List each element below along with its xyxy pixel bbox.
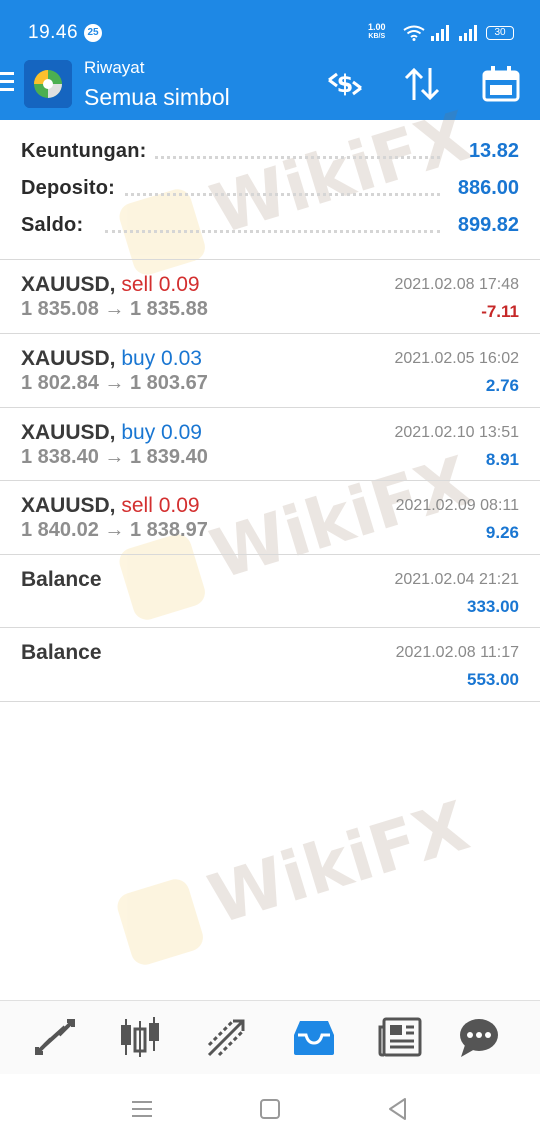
status-bar: 19.46 25 1.00 KB/S 30	[0, 0, 540, 60]
balance-datetime: 2021.02.04 21:21	[394, 571, 519, 588]
svg-text:$: $	[337, 70, 354, 98]
recent-apps-icon[interactable]	[127, 1094, 157, 1124]
trade-datetime: 2021.02.09 08:11	[395, 497, 519, 514]
summary-balance-row: Saldo: 899.82	[0, 208, 540, 245]
dotted-leader	[125, 193, 440, 196]
home-icon[interactable]	[255, 1094, 285, 1124]
notification-badge: 25	[84, 24, 102, 42]
history-icon[interactable]	[290, 1015, 338, 1059]
calendar-icon[interactable]	[479, 62, 523, 106]
trade-profit: -7.11	[481, 302, 519, 321]
deposit-label: Deposito:	[21, 177, 116, 199]
balance-value: 899.82	[457, 214, 519, 236]
system-navigation-bar	[0, 1074, 540, 1140]
trade-symbol: XAUUSD,	[21, 494, 116, 517]
divider	[0, 701, 540, 702]
arrow-icon: →	[104, 519, 125, 541]
trade-icon[interactable]	[203, 1015, 251, 1059]
watermark-text: WikiFX	[200, 787, 478, 941]
trade-type: buy 0.03	[121, 347, 202, 370]
trade-row[interactable]: XAUUSD, buy 0.03 1 802.84 → 1 803.67 202…	[0, 334, 540, 407]
trade-symbol: XAUUSD,	[21, 273, 116, 296]
news-icon[interactable]	[376, 1015, 424, 1059]
bottom-navigation	[0, 1000, 540, 1074]
trade-row[interactable]: XAUUSD, buy 0.09 1 838.40 → 1 839.40 202…	[0, 408, 540, 481]
dotted-leader	[155, 156, 440, 159]
app-header: 19.46 25 1.00 KB/S 30 Riwayat Semua simb…	[0, 0, 540, 120]
quotes-icon[interactable]	[31, 1015, 79, 1059]
open-price: 1 835.08	[21, 298, 99, 320]
summary-deposit-row: Deposito: 886.00	[0, 171, 540, 208]
arrow-icon: →	[104, 446, 125, 468]
balance-label: Saldo:	[21, 214, 84, 236]
trade-datetime: 2021.02.10 13:51	[394, 424, 519, 441]
network-speed-unit: KB/S	[368, 33, 386, 40]
signal-icon-2	[459, 25, 477, 41]
open-price: 1 838.40	[21, 446, 99, 468]
balance-amount: 553.00	[467, 670, 519, 689]
arrow-icon: →	[104, 372, 125, 394]
trade-row[interactable]: XAUUSD, sell 0.09 1 840.02 → 1 838.97 20…	[0, 481, 540, 554]
watermark-logo-icon	[114, 875, 207, 969]
trade-profit: 8.91	[485, 450, 519, 469]
profit-value: 13.82	[468, 140, 519, 162]
arrow-icon: →	[104, 298, 125, 320]
summary-profit-row: Keuntungan: 13.82	[0, 134, 540, 171]
watermark: WikiFX	[112, 787, 477, 977]
sort-icon[interactable]	[400, 62, 444, 106]
balance-datetime: 2021.02.08 11:17	[395, 644, 519, 661]
balance-row[interactable]: Balance 2021.02.08 11:17 553.00	[0, 628, 540, 701]
screen-subtitle: Riwayat	[84, 58, 145, 77]
network-speed-value: 1.00	[368, 22, 386, 32]
deposit-value: 886.00	[457, 177, 519, 199]
app-logo[interactable]	[24, 60, 72, 108]
back-icon[interactable]	[383, 1094, 413, 1124]
trade-symbol: XAUUSD,	[21, 421, 116, 444]
metatrader-logo-icon	[24, 60, 72, 108]
trade-profit: 9.26	[485, 523, 519, 542]
screen-title[interactable]: Semua simbol	[84, 84, 230, 111]
open-price: 1 802.84	[21, 372, 99, 394]
close-price: 1 835.88	[129, 298, 208, 320]
close-price: 1 838.97	[129, 519, 208, 541]
balance-amount: 333.00	[467, 597, 519, 616]
signal-icon	[431, 25, 449, 41]
trade-profit: 2.76	[485, 376, 519, 395]
open-price: 1 840.02	[21, 519, 99, 541]
balance-row[interactable]: Balance 2021.02.04 21:21 333.00	[0, 555, 540, 628]
chart-icon[interactable]	[116, 1015, 164, 1059]
trade-datetime: 2021.02.08 17:48	[394, 276, 519, 293]
trade-row[interactable]: XAUUSD, sell 0.09 1 835.08 → 1 835.88 20…	[0, 260, 540, 333]
trade-type: sell 0.09	[121, 494, 200, 517]
wifi-icon	[403, 25, 425, 41]
balance-row-label: Balance	[21, 641, 102, 664]
close-price: 1 803.67	[129, 372, 208, 394]
battery-icon: 30	[486, 26, 514, 40]
trade-datetime: 2021.02.05 16:02	[394, 350, 519, 367]
network-speed: 1.00 KB/S	[368, 23, 386, 41]
profit-label: Keuntungan:	[21, 140, 147, 162]
close-price: 1 839.40	[129, 446, 208, 468]
trade-symbol: XAUUSD,	[21, 347, 116, 370]
trade-type: sell 0.09	[121, 273, 200, 296]
trade-type: buy 0.09	[121, 421, 202, 444]
dotted-leader	[105, 230, 440, 233]
menu-icon[interactable]	[0, 72, 16, 94]
currency-swap-icon[interactable]: $	[323, 62, 367, 106]
status-time: 19.46	[28, 22, 79, 43]
balance-row-label: Balance	[21, 568, 102, 591]
chat-icon[interactable]	[455, 1015, 503, 1059]
